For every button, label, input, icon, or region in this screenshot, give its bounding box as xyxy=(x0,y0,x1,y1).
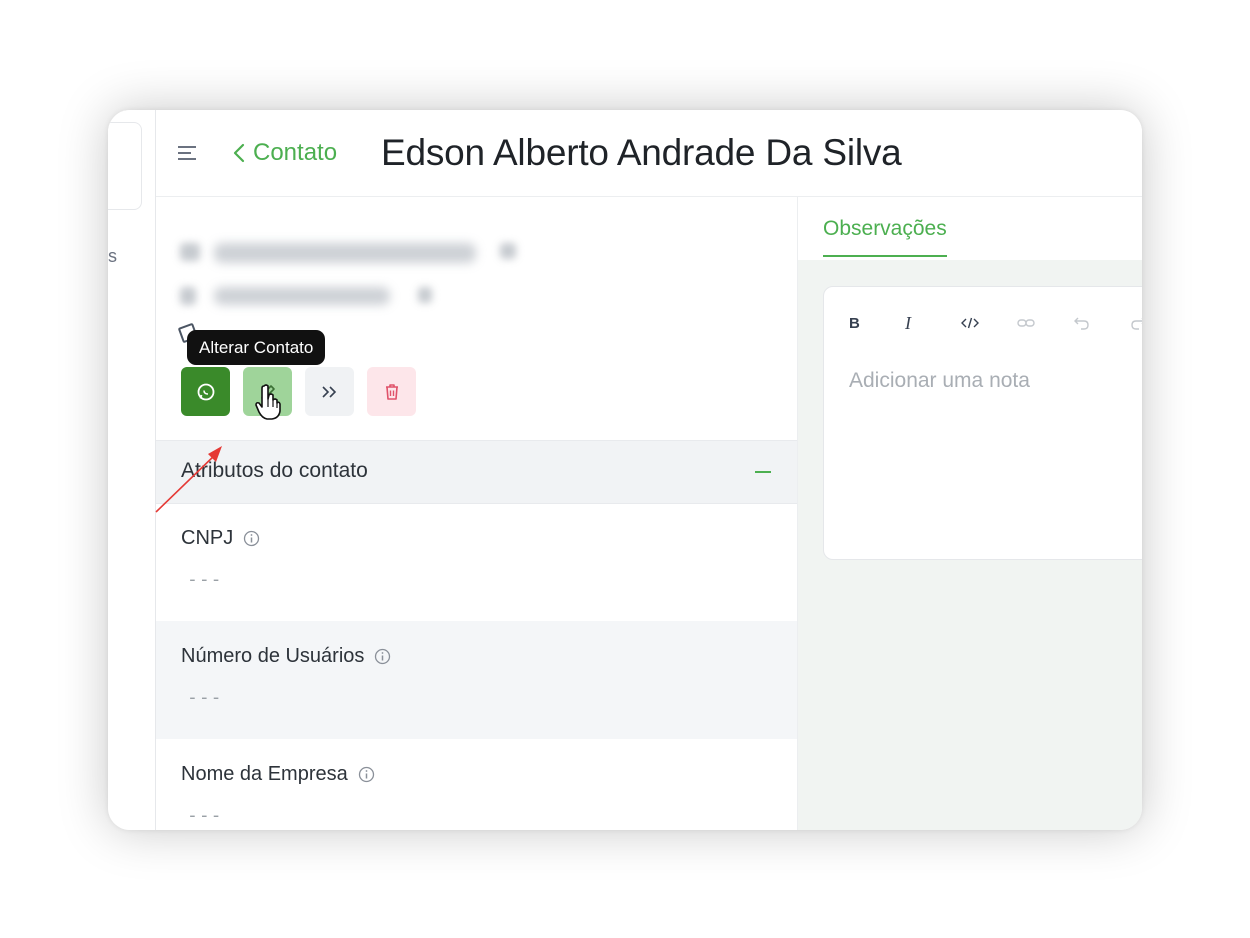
attribute-label: CNPJ xyxy=(181,527,234,549)
sidebar-text-fragment: s xyxy=(108,246,117,266)
undo-icon xyxy=(1074,317,1089,330)
notes-tabs: Observações xyxy=(798,197,1142,260)
info-icon[interactable] xyxy=(243,530,260,547)
attribute-row: Nome da Empresa --- xyxy=(156,739,797,830)
undo-button[interactable] xyxy=(1073,311,1129,335)
attribute-value[interactable]: --- xyxy=(187,805,223,826)
attribute-value[interactable]: --- xyxy=(187,687,223,708)
edit-contact-button[interactable] xyxy=(243,367,292,420)
bold-icon: B xyxy=(849,314,860,332)
chevron-left-icon xyxy=(233,143,245,163)
whatsapp-button[interactable] xyxy=(181,367,230,416)
editor-toolbar: B I xyxy=(849,311,1142,335)
tab-observacoes[interactable]: Observações xyxy=(823,217,947,257)
double-chevron-right-icon xyxy=(321,385,336,398)
contact-attributes-section-header[interactable]: Atributos do contato xyxy=(156,440,797,504)
info-icon[interactable] xyxy=(374,648,391,665)
attribute-label: Nome da Empresa xyxy=(181,763,348,785)
page-header: Contato Edson Alberto Andrade Da Silva xyxy=(156,110,1142,197)
copy-icon xyxy=(500,243,516,259)
contact-window: s Contato Edson Alberto Andrade Da Silva xyxy=(108,110,1142,830)
attribute-row: Número de Usuários --- xyxy=(156,621,797,739)
edit-contact-tooltip: Alterar Contato xyxy=(187,330,326,365)
annotation-arrow-icon xyxy=(155,446,222,513)
back-to-contacts-link[interactable]: Contato xyxy=(233,138,337,168)
code-button[interactable] xyxy=(961,311,1017,335)
attribute-label: Número de Usuários xyxy=(181,645,365,667)
link-icon xyxy=(1017,319,1035,327)
page-title: Edson Alberto Andrade Da Silva xyxy=(381,132,902,173)
link-button[interactable] xyxy=(1017,311,1073,335)
code-icon xyxy=(961,317,979,329)
contact-action-buttons xyxy=(181,367,416,420)
copy-icon xyxy=(418,287,432,303)
phone-icon xyxy=(180,287,196,305)
sidebar: s xyxy=(108,110,156,830)
note-editor[interactable]: B I Adicionar uma nota xyxy=(823,286,1142,560)
redacted-email xyxy=(214,243,476,263)
merge-contact-button[interactable] xyxy=(305,367,354,416)
collapse-icon[interactable] xyxy=(755,471,771,473)
sidebar-panel xyxy=(108,122,142,210)
notes-panel: Observações B I Adicionar uma nota xyxy=(798,197,1142,830)
italic-icon: I xyxy=(905,312,911,333)
delete-contact-button[interactable] xyxy=(367,367,416,416)
attribute-row: CNPJ --- xyxy=(156,503,797,621)
note-placeholder[interactable]: Adicionar uma nota xyxy=(849,369,1030,393)
bold-button[interactable]: B xyxy=(849,311,905,335)
chat-icon xyxy=(197,383,214,400)
redacted-phone xyxy=(214,287,390,305)
email-icon xyxy=(180,243,200,261)
menu-icon[interactable] xyxy=(178,146,196,160)
redo-button[interactable] xyxy=(1129,311,1142,335)
italic-button[interactable]: I xyxy=(905,311,961,335)
attribute-value[interactable]: --- xyxy=(187,569,223,590)
redo-icon xyxy=(1131,318,1142,330)
hand-cursor-icon xyxy=(255,384,281,420)
info-icon[interactable] xyxy=(358,766,375,783)
trash-icon xyxy=(385,383,398,400)
back-link-label: Contato xyxy=(253,139,338,166)
contact-details-panel: Alterar Contato Atributos do contato CNP… xyxy=(156,197,798,830)
